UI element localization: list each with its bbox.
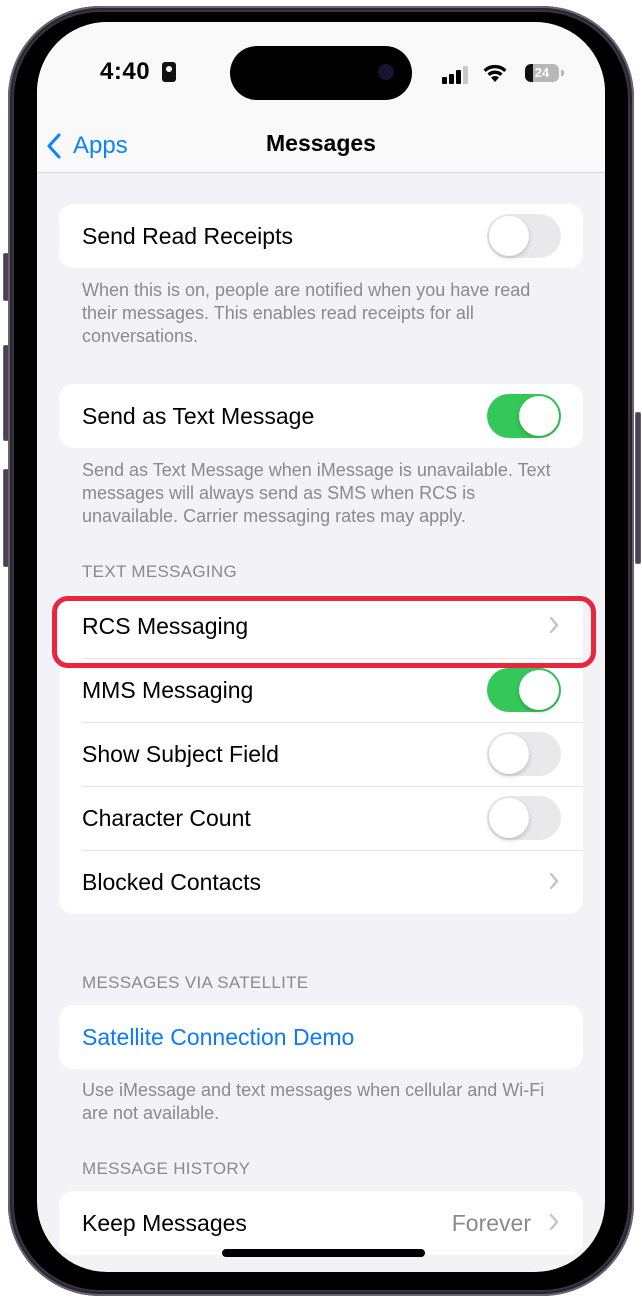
row-label: RCS Messaging [82, 612, 249, 639]
message-history-header: MESSAGE HISTORY [82, 1159, 251, 1178]
toggle-knob [489, 734, 529, 774]
action-button [3, 253, 9, 301]
row-label: Blocked Contacts [82, 868, 261, 895]
battery-tip [561, 70, 564, 76]
send-as-text-footer: Send as Text Message when iMessage is un… [82, 460, 551, 526]
blocked-contacts-row[interactable]: Blocked Contacts [59, 850, 583, 914]
read-receipts-group: Send Read Receipts [59, 204, 583, 268]
volume-down-button [3, 469, 9, 567]
volume-up-button [3, 345, 9, 441]
row-label: Satellite Connection Demo [82, 1023, 355, 1050]
character-count-row[interactable]: Character Count [59, 786, 583, 850]
chevron-right-icon [549, 616, 559, 634]
send-as-text-group: Send as Text Message [59, 384, 583, 448]
battery-icon: 24 [525, 64, 559, 82]
show-subject-field-toggle[interactable] [487, 732, 561, 776]
power-button [635, 412, 641, 564]
status-bar: 4:40 24 [37, 22, 605, 122]
send-read-receipts-row[interactable]: Send Read Receipts [59, 204, 583, 268]
keep-messages-row[interactable]: Keep Messages Forever [59, 1191, 583, 1255]
screen: 4:40 24 Apps Messages Send Read Receipts… [37, 22, 605, 1272]
send-as-text-toggle[interactable] [487, 394, 561, 438]
status-time: 4:40 [100, 58, 151, 85]
front-camera [378, 64, 394, 80]
text-messaging-header: TEXT MESSAGING [82, 562, 238, 581]
chevron-right-icon [549, 1213, 559, 1231]
keep-messages-value: Forever [451, 1210, 531, 1236]
toggle-knob [519, 670, 559, 710]
satellite-group: Satellite Connection Demo [59, 1005, 583, 1069]
toggle-knob [489, 216, 529, 256]
send-as-text-row[interactable]: Send as Text Message [59, 384, 583, 448]
mms-messaging-toggle[interactable] [487, 668, 561, 712]
toggle-knob [489, 798, 529, 838]
contact-card-icon [162, 62, 176, 82]
rcs-messaging-row[interactable]: RCS Messaging [59, 594, 583, 658]
satellite-footer: Use iMessage and text messages when cell… [82, 1080, 545, 1123]
battery-percent: 24 [534, 65, 550, 80]
dynamic-island [230, 46, 412, 100]
satellite-connection-demo-link[interactable]: Satellite Connection Demo [59, 1005, 583, 1069]
cellular-signal-icon [442, 66, 472, 84]
read-receipts-footer: When this is on, people are notified whe… [82, 280, 531, 346]
character-count-toggle[interactable] [487, 796, 561, 840]
text-messaging-group: RCS Messaging MMS Messaging Show Subject… [59, 594, 583, 914]
wifi-icon [483, 64, 507, 82]
send-read-receipts-toggle[interactable] [487, 214, 561, 258]
mms-messaging-row[interactable]: MMS Messaging [59, 658, 583, 722]
page-title: Messages [266, 130, 376, 156]
show-subject-field-row[interactable]: Show Subject Field [59, 722, 583, 786]
satellite-header: MESSAGES VIA SATELLITE [82, 973, 309, 992]
message-history-group: Keep Messages Forever [59, 1191, 583, 1255]
toggle-knob [519, 396, 559, 436]
home-indicator[interactable] [222, 1249, 425, 1257]
chevron-right-icon [549, 872, 559, 890]
navigation-bar: Apps Messages [37, 122, 605, 173]
